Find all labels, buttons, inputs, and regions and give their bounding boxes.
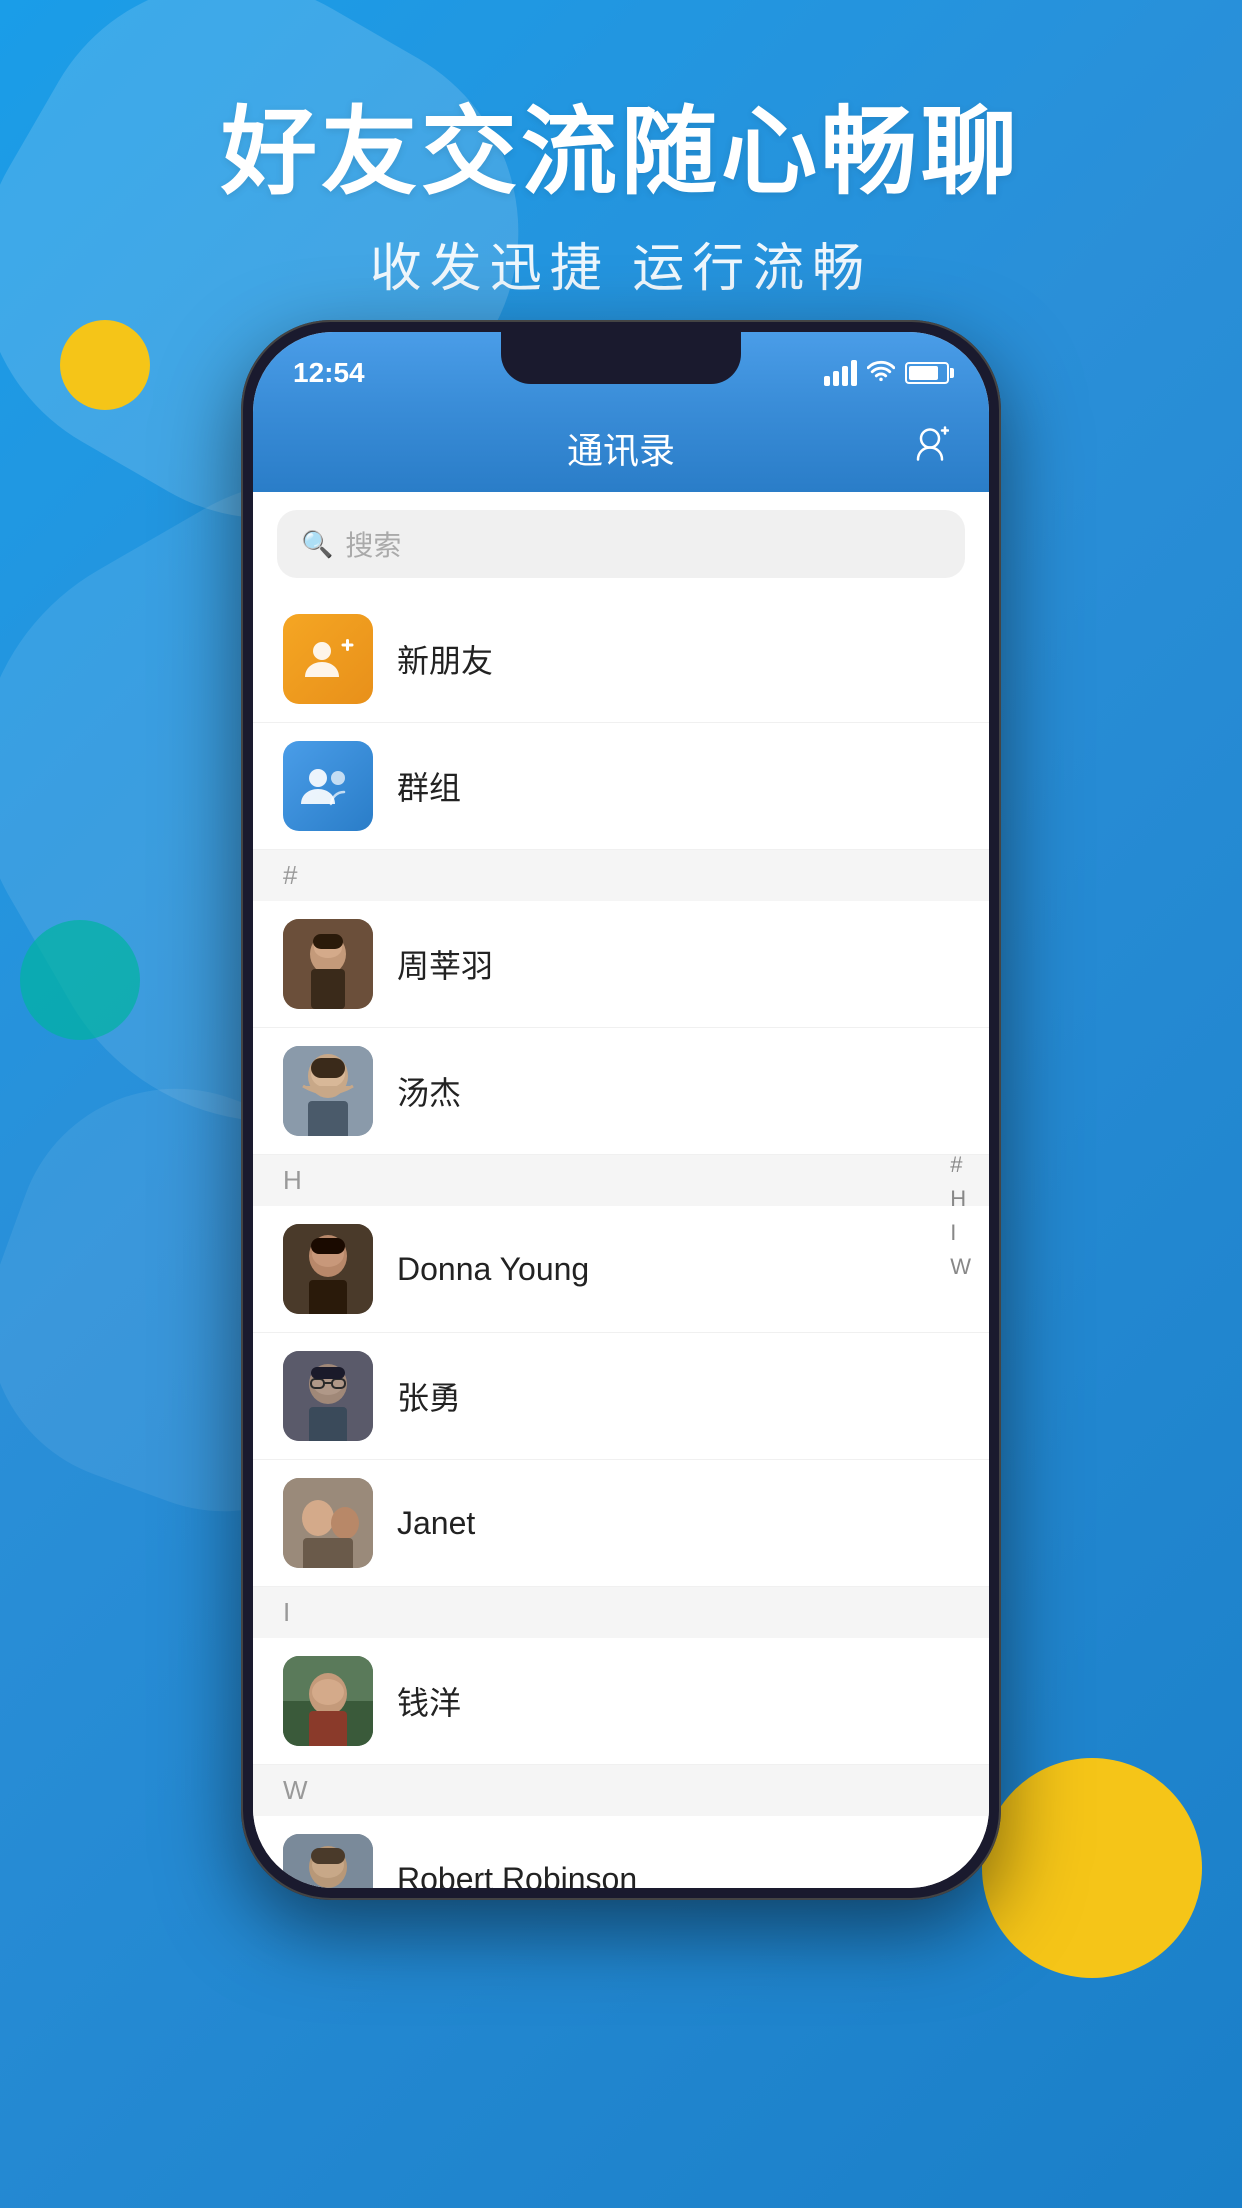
add-contact-button[interactable] <box>911 425 949 472</box>
contact-name-robinson: Robert Robinson <box>397 1861 637 1889</box>
index-item-i[interactable]: I <box>950 1220 971 1246</box>
index-sidebar: # H I W <box>950 1152 971 1280</box>
avatar-robinson <box>283 1834 373 1888</box>
avatar-janet <box>283 1478 373 1568</box>
list-item[interactable]: Robert Robinson <box>253 1816 989 1888</box>
contact-name-tangjie: 汤杰 <box>397 1068 461 1114</box>
yellow-dot-top <box>60 320 150 410</box>
contact-name-qianyang: 钱洋 <box>397 1678 461 1724</box>
index-item-w[interactable]: W <box>950 1254 971 1280</box>
signal-icon <box>824 360 857 386</box>
list-item[interactable]: Donna Young <box>253 1206 989 1333</box>
phone-frame: 12:54 <box>241 320 1001 1900</box>
avatar-qianyang <box>283 1656 373 1746</box>
search-bar[interactable]: 🔍 搜索 <box>277 510 965 578</box>
list-item[interactable]: 周莘羽 <box>253 901 989 1028</box>
avatar-zhouyu <box>283 919 373 1009</box>
avatar-zhangyong <box>283 1351 373 1441</box>
battery-icon <box>905 362 949 384</box>
list-item[interactable]: 张勇 <box>253 1333 989 1460</box>
list-item[interactable]: 钱洋 <box>253 1638 989 1765</box>
nav-title: 通讯录 <box>567 422 675 474</box>
search-container: 🔍 搜索 <box>253 492 989 596</box>
section-header-w: W <box>253 1765 989 1816</box>
wifi-icon <box>867 358 895 389</box>
status-time: 12:54 <box>293 357 365 389</box>
header-section: 好友交流随心畅聊 收发迅捷 运行流畅 <box>0 100 1242 301</box>
group-label: 群组 <box>397 763 461 809</box>
new-friend-avatar <box>283 614 373 704</box>
search-placeholder: 搜索 <box>345 524 401 564</box>
phone-notch <box>501 332 741 384</box>
index-item-hash[interactable]: # <box>950 1152 971 1178</box>
yellow-dot-bottom <box>982 1758 1202 1978</box>
teal-dot-mid <box>20 920 140 1040</box>
search-icon: 🔍 <box>301 529 333 560</box>
nav-bar: 通讯录 <box>253 404 989 492</box>
index-item-h[interactable]: H <box>950 1186 971 1212</box>
phone-inner: 12:54 <box>253 332 989 1888</box>
contact-name-zhouyu: 周莘羽 <box>397 941 493 987</box>
avatar-donna <box>283 1224 373 1314</box>
contact-name-janet: Janet <box>397 1505 475 1542</box>
contact-name-zhangyong: 张勇 <box>397 1373 461 1419</box>
contact-name-donna: Donna Young <box>397 1251 589 1288</box>
section-header-hash: # <box>253 850 989 901</box>
main-headline: 好友交流随心畅聊 <box>0 100 1242 206</box>
section-header-i: I <box>253 1587 989 1638</box>
sub-headline: 收发迅捷 运行流畅 <box>0 226 1242 301</box>
section-header-h: H <box>253 1155 989 1206</box>
list-item[interactable]: Janet <box>253 1460 989 1587</box>
list-item[interactable]: 群组 <box>253 723 989 850</box>
avatar-tangjie <box>283 1046 373 1136</box>
list-item[interactable]: 汤杰 <box>253 1028 989 1155</box>
app-content: 12:54 <box>253 332 989 1888</box>
list-item[interactable]: 新朋友 <box>253 596 989 723</box>
status-icons <box>824 358 949 389</box>
contact-list: 新朋友 群组 # <box>253 596 989 1888</box>
group-avatar <box>283 741 373 831</box>
new-friend-label: 新朋友 <box>397 636 493 682</box>
